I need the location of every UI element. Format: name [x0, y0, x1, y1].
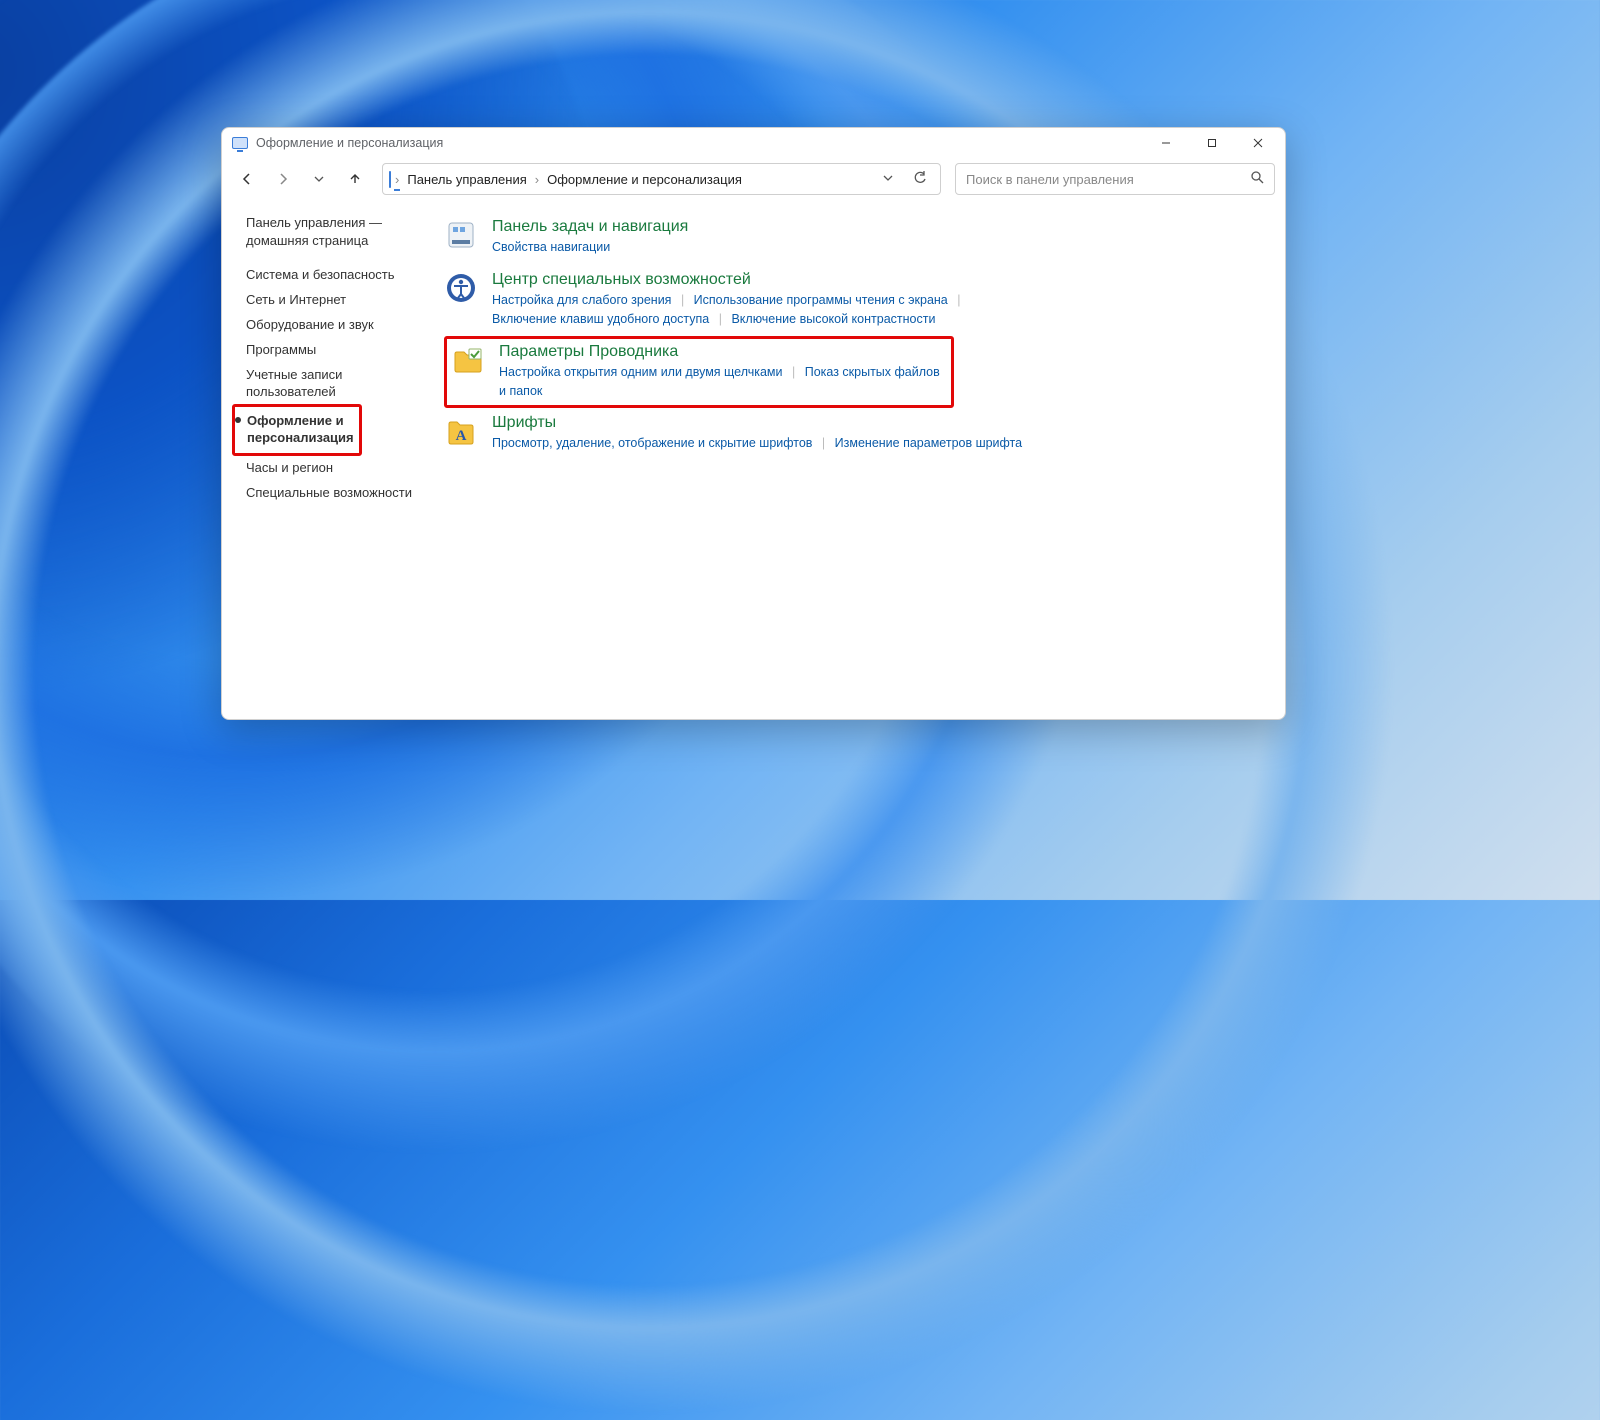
folder-options-icon	[451, 343, 485, 377]
sidebar: Панель управления — домашняя страница Си…	[222, 200, 424, 719]
up-button[interactable]	[340, 164, 370, 194]
sidebar-item-clock-region[interactable]: Часы и регион	[246, 456, 424, 481]
search-icon	[1251, 171, 1264, 187]
minimize-button[interactable]	[1143, 128, 1189, 158]
category-taskbar-navigation: Панель задач и навигация Свойства навига…	[444, 212, 1265, 265]
maximize-button[interactable]	[1189, 128, 1235, 158]
taskbar-icon	[444, 218, 478, 252]
category-title[interactable]: Центр специальных возможностей	[492, 271, 1265, 289]
app-icon	[232, 135, 248, 151]
control-panel-window: Оформление и персонализация	[221, 127, 1286, 720]
ease-of-access-icon	[444, 271, 478, 305]
link-low-vision-settings[interactable]: Настройка для слабого зрения	[492, 293, 671, 307]
window-body: Панель управления — домашняя страница Си…	[222, 200, 1285, 719]
refresh-button[interactable]	[906, 171, 934, 188]
category-title[interactable]: Параметры Проводника	[499, 343, 943, 361]
recent-dropdown-button[interactable]	[304, 164, 334, 194]
category-fonts: A Шрифты Просмотр, удаление, отображение…	[444, 408, 1265, 461]
link-screen-reader[interactable]: Использование программы чтения с экрана	[694, 293, 948, 307]
link-click-open-settings[interactable]: Настройка открытия одним или двумя щелчк…	[499, 365, 783, 379]
bullet-icon	[235, 417, 241, 423]
breadcrumb-root[interactable]: Панель управления	[403, 170, 530, 189]
address-icon	[389, 172, 391, 187]
link-access-keys[interactable]: Включение клавиш удобного доступа	[492, 312, 709, 326]
titlebar: Оформление и персонализация	[222, 128, 1285, 158]
category-title[interactable]: Шрифты	[492, 414, 1265, 432]
link-navigation-properties[interactable]: Свойства навигации	[492, 240, 610, 254]
close-button[interactable]	[1235, 128, 1281, 158]
fonts-icon: A	[444, 414, 478, 448]
window-title: Оформление и персонализация	[256, 136, 1143, 150]
search-placeholder: Поиск в панели управления	[966, 172, 1251, 187]
search-input[interactable]: Поиск в панели управления	[955, 163, 1275, 195]
sidebar-item-network-internet[interactable]: Сеть и Интернет	[246, 288, 424, 313]
breadcrumb-current[interactable]: Оформление и персонализация	[543, 170, 746, 189]
category-ease-of-access-center: Центр специальных возможностей Настройка…	[444, 265, 1265, 337]
address-dropdown-button[interactable]	[874, 172, 902, 187]
sidebar-item-programs[interactable]: Программы	[246, 338, 424, 363]
link-high-contrast[interactable]: Включение высокой контрастности	[731, 312, 935, 326]
address-bar[interactable]: › Панель управления › Оформление и персо…	[382, 163, 941, 195]
forward-button[interactable]	[268, 164, 298, 194]
svg-text:A: A	[456, 428, 467, 444]
link-font-settings[interactable]: Изменение параметров шрифта	[835, 436, 1022, 450]
toolbar: › Панель управления › Оформление и персо…	[222, 158, 1285, 200]
link-view-delete-fonts[interactable]: Просмотр, удаление, отображение и скрыти…	[492, 436, 812, 450]
back-button[interactable]	[232, 164, 262, 194]
category-file-explorer-options: Параметры Проводника Настройка открытия …	[444, 336, 954, 408]
sidebar-item-appearance-personalization[interactable]: Оформление и персонализация	[247, 409, 355, 451]
sidebar-item-hardware-sound[interactable]: Оборудование и звук	[246, 313, 424, 338]
breadcrumb-sep-icon: ›	[395, 172, 399, 187]
main-content: Панель задач и навигация Свойства навига…	[424, 200, 1285, 719]
breadcrumb-sep-icon: ›	[535, 172, 539, 187]
sidebar-item-system-security[interactable]: Система и безопасность	[246, 263, 424, 288]
control-panel-home-link[interactable]: Панель управления — домашняя страница	[246, 214, 424, 249]
window-controls	[1143, 128, 1281, 158]
sidebar-item-ease-of-access[interactable]: Специальные возможности	[246, 481, 424, 506]
category-title[interactable]: Панель задач и навигация	[492, 218, 1265, 236]
sidebar-selected-highlight: Оформление и персонализация	[232, 404, 362, 456]
sidebar-item-user-accounts[interactable]: Учетные записи пользователей	[246, 363, 386, 405]
